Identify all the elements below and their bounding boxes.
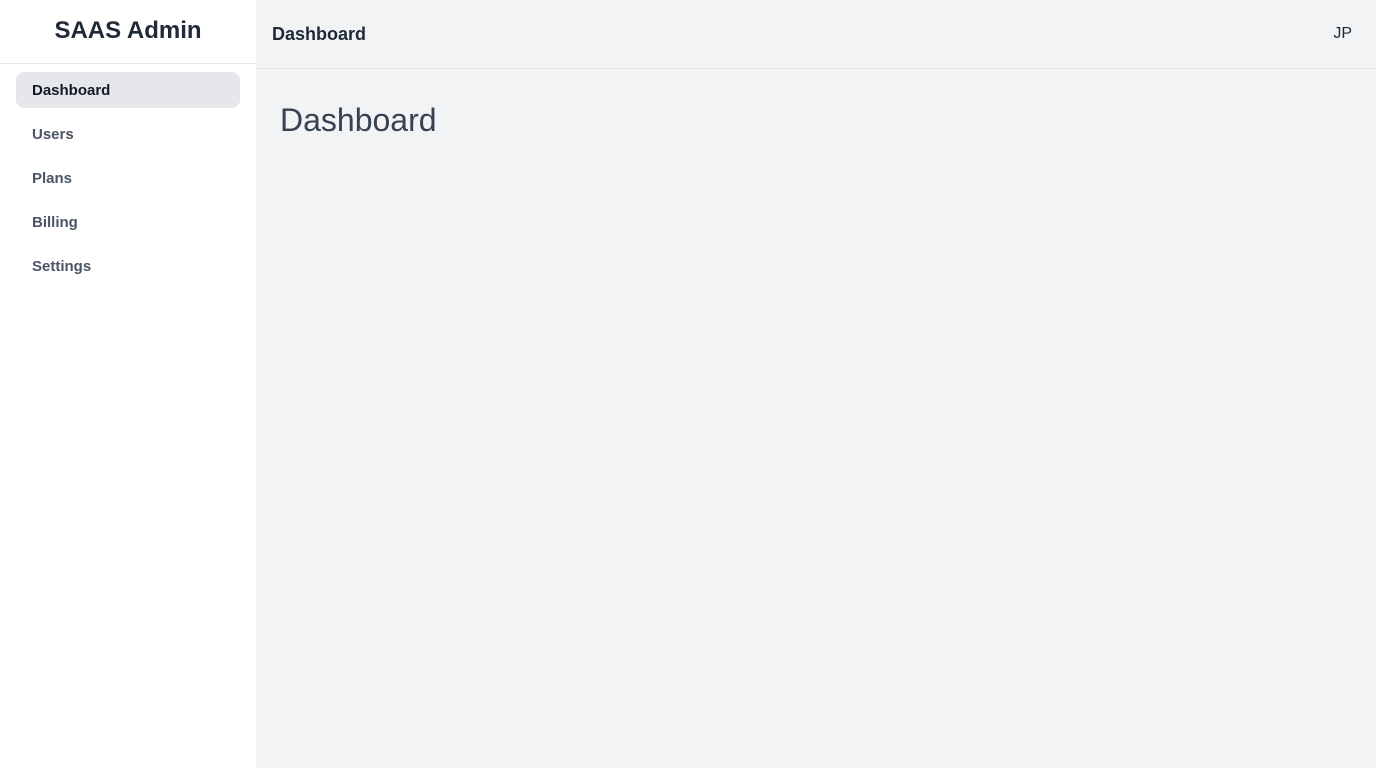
main-area: Dashboard JP Dashboard — [256, 0, 1376, 768]
sidebar: SAAS Admin Dashboard Users Plans Billing… — [0, 0, 256, 768]
sidebar-item-settings[interactable]: Settings — [16, 248, 240, 284]
top-bar: Dashboard JP — [256, 0, 1376, 69]
page-title: Dashboard — [280, 102, 437, 138]
user-avatar[interactable]: JP — [1333, 25, 1352, 43]
header-title: Dashboard — [272, 23, 367, 44]
sidebar-item-plans[interactable]: Plans — [16, 160, 240, 196]
brand-title: SAAS Admin — [0, 0, 256, 64]
page-content: Dashboard — [256, 69, 1376, 172]
sidebar-item-users[interactable]: Users — [16, 116, 240, 152]
app-shell: SAAS Admin Dashboard Users Plans Billing… — [0, 0, 1376, 768]
sidebar-nav: Dashboard Users Plans Billing Settings — [0, 64, 256, 292]
sidebar-item-billing[interactable]: Billing — [16, 204, 240, 240]
sidebar-item-dashboard[interactable]: Dashboard — [16, 72, 240, 108]
